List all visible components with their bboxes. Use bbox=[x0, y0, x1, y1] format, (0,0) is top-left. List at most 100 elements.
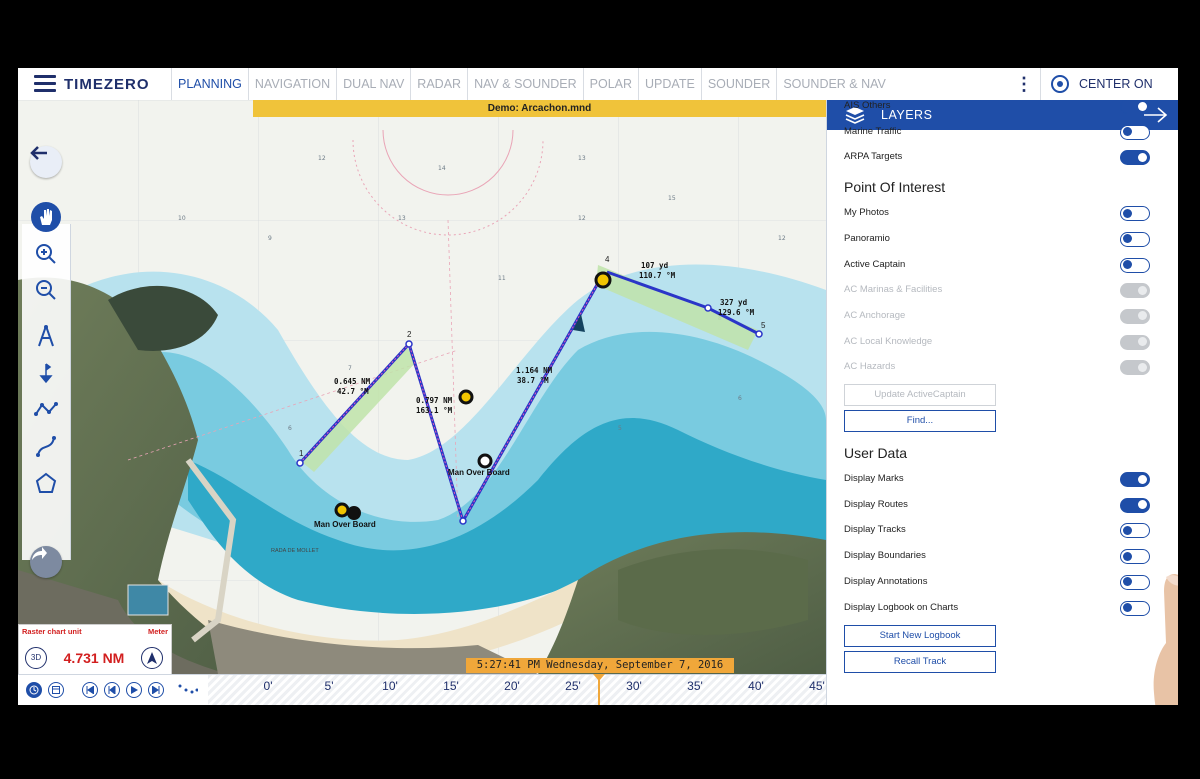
layer-label: Display Routes bbox=[844, 498, 908, 510]
toggle-ac-hazards bbox=[1120, 360, 1150, 376]
toggle-display-annotations[interactable] bbox=[1120, 574, 1150, 590]
tab-radar[interactable]: RADAR bbox=[410, 68, 467, 100]
calendar-button[interactable] bbox=[48, 682, 64, 698]
timeline-zoom-icon[interactable] bbox=[178, 683, 199, 702]
layer-row-panoramio: Panoramio bbox=[844, 229, 1164, 249]
layer-label: Display Boundaries bbox=[844, 550, 926, 562]
tab-update[interactable]: UPDATE bbox=[638, 68, 701, 100]
timeline-tick-label: 20' bbox=[504, 679, 520, 693]
tab-nav-sounder[interactable]: NAV & SOUNDER bbox=[467, 68, 583, 100]
tab-planning[interactable]: PLANNING bbox=[171, 68, 248, 100]
ruler-tool[interactable] bbox=[31, 321, 61, 351]
route-icon bbox=[34, 402, 58, 416]
timeline-cursor[interactable] bbox=[593, 674, 605, 705]
zoom-in-tool[interactable] bbox=[31, 239, 61, 269]
layer-row-marine-traffic: Marine Traffic bbox=[844, 122, 1164, 142]
tab-dual-nav[interactable]: DUAL NAV bbox=[336, 68, 410, 100]
goto-button[interactable] bbox=[30, 546, 62, 578]
forward-arrow-icon bbox=[32, 547, 47, 560]
toggle-display-tracks[interactable] bbox=[1120, 523, 1150, 539]
chart-map[interactable]: 12141315 91187 6568 10121312 bbox=[18, 100, 826, 674]
mob-marker-1[interactable] bbox=[477, 453, 493, 469]
r2-leg1-distance: 107 yd bbox=[641, 261, 668, 270]
tab-sounder[interactable]: SOUNDER bbox=[700, 68, 777, 100]
layer-row-display-logbook-on-charts: Display Logbook on Charts bbox=[844, 598, 1164, 618]
toggle-display-logbook-on-charts[interactable] bbox=[1120, 600, 1150, 616]
3d-toggle-button[interactable]: 3D bbox=[25, 647, 47, 669]
leg1-bearing: 42.7 °M bbox=[337, 387, 369, 396]
r2-leg2-bearing: 129.6 °M bbox=[718, 308, 755, 317]
polygon-icon bbox=[35, 472, 57, 493]
waypoint-5[interactable] bbox=[704, 304, 712, 312]
user-data-heading: User Data bbox=[844, 445, 908, 461]
waypoint-6[interactable] bbox=[755, 330, 763, 338]
toggle-panoramio[interactable] bbox=[1120, 231, 1150, 247]
tab-polar[interactable]: POLAR bbox=[582, 68, 638, 100]
pan-hand-tool[interactable] bbox=[31, 202, 61, 232]
brand-logo: TIMEZERO bbox=[64, 76, 150, 93]
layer-row-arpa-targets: ARPA Targets bbox=[844, 147, 1164, 167]
layer-label: Panoramio bbox=[844, 232, 890, 244]
clock-button[interactable] bbox=[26, 682, 42, 698]
track-tool[interactable] bbox=[31, 431, 61, 461]
layer-row-display-marks: Display Marks bbox=[844, 469, 1164, 489]
tab-sounder-nav[interactable]: SOUNDER & NAV bbox=[776, 68, 892, 100]
demo-banner: Demo: Arcachon.mnd bbox=[253, 100, 826, 117]
waypoint-2[interactable] bbox=[405, 340, 413, 348]
find-button[interactable]: Find... bbox=[844, 409, 996, 432]
leg3-bearing: 38.7 °M bbox=[517, 376, 549, 385]
toggle-ais-others[interactable] bbox=[1120, 100, 1150, 114]
toggle-display-marks[interactable] bbox=[1120, 472, 1150, 487]
timeline-scale[interactable]: 0' 5' 10' 15' 20' 25' 30' 35' 40' 45' bbox=[208, 675, 826, 705]
boundary-tool[interactable] bbox=[31, 468, 61, 498]
timeline-tick-label: 15' bbox=[443, 679, 459, 693]
play-button[interactable] bbox=[126, 682, 142, 698]
skip-forward-button[interactable] bbox=[148, 682, 164, 698]
distance-readout: 4.731 NM bbox=[63, 650, 125, 666]
skip-forward-icon bbox=[152, 686, 160, 694]
start-new-logbook-button[interactable]: Start New Logbook bbox=[844, 625, 996, 648]
update-activecaptain-button: Update ActiveCaptain bbox=[844, 384, 996, 406]
toggle-display-boundaries[interactable] bbox=[1120, 549, 1150, 565]
more-options-icon[interactable]: ⋮ bbox=[1014, 74, 1034, 94]
hand-icon bbox=[40, 209, 52, 225]
waypoint-1[interactable] bbox=[296, 459, 304, 467]
zoom-in-icon bbox=[36, 244, 56, 264]
mob-marker-2[interactable] bbox=[347, 506, 361, 520]
toggle-marine-traffic[interactable] bbox=[1120, 124, 1150, 140]
toggle-my-photos[interactable] bbox=[1120, 206, 1150, 222]
toggle-arpa-targets[interactable] bbox=[1120, 150, 1150, 166]
layer-label: AC Anchorage bbox=[844, 309, 906, 321]
tab-navigation[interactable]: NAVIGATION bbox=[247, 68, 336, 100]
toggle-active-captain[interactable] bbox=[1120, 257, 1150, 273]
mark-tool[interactable] bbox=[31, 358, 61, 388]
leg2-distance: 0.797 NM bbox=[416, 396, 453, 405]
toggle-ac-local-knowledge bbox=[1120, 334, 1150, 350]
layer-label: Display Logbook on Charts bbox=[844, 601, 959, 613]
top-bar: TIMEZERO PLANNING NAVIGATION DUAL NAV RADAR… bbox=[18, 68, 1178, 101]
mob-label-1: Man Over Board bbox=[448, 468, 510, 477]
layer-label: ARPA Targets bbox=[844, 151, 903, 163]
recall-track-button[interactable]: Recall Track bbox=[844, 650, 996, 673]
mark-yellow-1[interactable] bbox=[458, 389, 474, 405]
timeline-tick-label: 10' bbox=[382, 679, 398, 693]
mark-yellow-2[interactable] bbox=[334, 502, 350, 518]
step-back-button[interactable] bbox=[104, 682, 120, 698]
mark-waypoint-4[interactable] bbox=[594, 271, 612, 289]
toggle-display-routes[interactable] bbox=[1120, 497, 1150, 513]
route-tool[interactable] bbox=[31, 394, 61, 424]
skip-back-button[interactable] bbox=[82, 682, 98, 698]
layer-label: AC Local Knowledge bbox=[844, 335, 933, 347]
back-button[interactable] bbox=[30, 146, 62, 178]
track-icon bbox=[36, 436, 56, 457]
layer-label: AC Marinas & Facilities bbox=[844, 284, 943, 296]
routes-layer: 1 2 4 5 0.645 NM 42.7 °M 0.797 NM 163.1 … bbox=[271, 255, 766, 554]
zoom-out-tool[interactable] bbox=[31, 275, 61, 305]
leg2-bearing: 163.1 °M bbox=[416, 406, 453, 415]
center-on-button[interactable]: CENTER ON bbox=[1040, 68, 1178, 100]
layer-row-display-routes: Display Routes bbox=[844, 495, 1164, 515]
north-up-button[interactable] bbox=[141, 647, 163, 669]
waypoint-3[interactable] bbox=[459, 517, 467, 525]
hamburger-menu-icon[interactable] bbox=[34, 75, 56, 93]
layer-label: Display Marks bbox=[844, 473, 904, 484]
